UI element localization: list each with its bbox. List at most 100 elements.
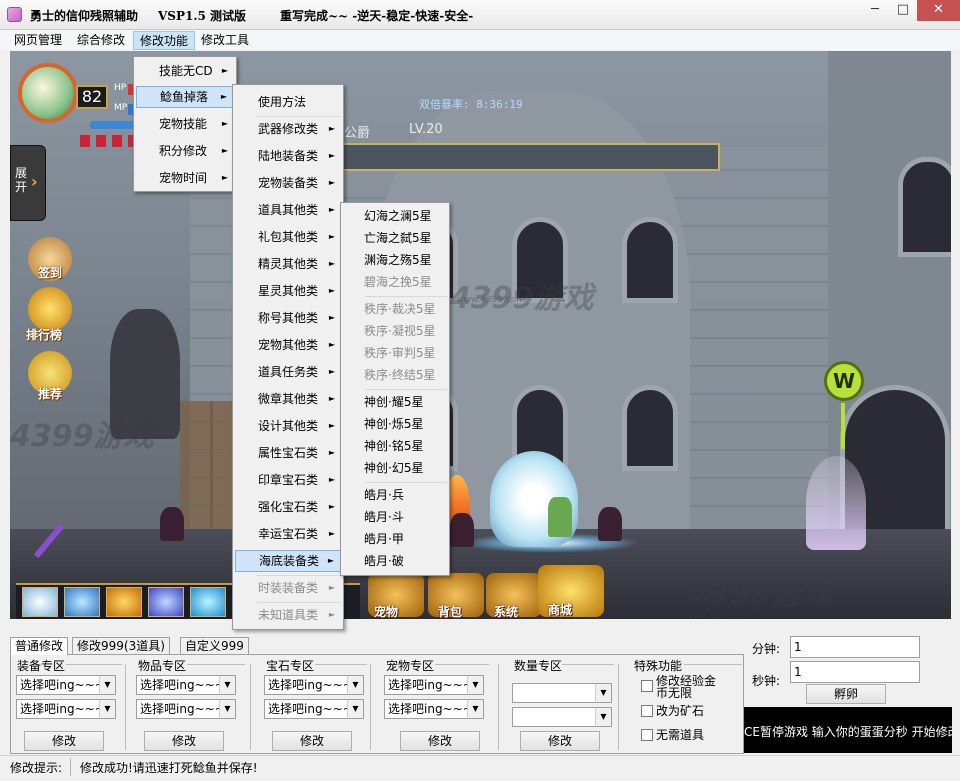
skill-slot[interactable] <box>106 587 142 617</box>
hatch-button[interactable]: 孵卵 <box>806 684 886 704</box>
menu-item-pet-other[interactable]: 宠物其他类 ► <box>235 334 341 356</box>
minutes-input[interactable]: 1 <box>790 636 920 658</box>
menu-modify-functions[interactable]: 修改功能 <box>133 31 196 50</box>
menu-item-pet-skill[interactable]: 宠物技能 ► <box>136 113 234 135</box>
menu-item-equip[interactable]: 神创·幻5星 <box>343 457 447 479</box>
skill-slot[interactable] <box>22 587 58 617</box>
menu-item-points-modify[interactable]: 积分修改 ► <box>136 140 234 162</box>
infinite-exp-gold-checkbox[interactable] <box>641 680 653 692</box>
menu-item-weapon[interactable]: 武器修改类 ► <box>235 118 341 140</box>
menu-general-modify[interactable]: 综合修改 <box>71 31 131 50</box>
maximize-button[interactable]: □ <box>889 0 917 21</box>
menu-item-label: 神创·铭5星 <box>364 439 424 453</box>
no-item-needed-label[interactable]: 无需道具 <box>656 729 704 741</box>
menu-item-equip[interactable]: 渊海之殇5星 <box>343 249 447 271</box>
menu-item-fashion-equip[interactable]: 时装装备类 ► <box>235 577 341 599</box>
menu-item-pet-equip[interactable]: 宠物装备类 ► <box>235 172 341 194</box>
menu-item-unknown-item[interactable]: 未知道具类 ► <box>235 604 341 626</box>
menu-item-attr-gem[interactable]: 属性宝石类 ► <box>235 442 341 464</box>
skill-slot[interactable] <box>148 587 184 617</box>
portal-light[interactable] <box>806 456 866 550</box>
skill-slot[interactable] <box>190 587 226 617</box>
menu-item-seabed-equip[interactable]: 海底装备类 ► <box>235 550 341 572</box>
enemy-mob[interactable] <box>450 513 474 547</box>
recommend-label[interactable]: 推荐 <box>38 385 62 402</box>
menu-item-equip[interactable]: 亡海之弑5星 <box>343 227 447 249</box>
waypoint-marker[interactable]: W <box>824 361 864 401</box>
menu-item-item-task[interactable]: 道具任务类 ► <box>235 361 341 383</box>
menu-item-star-other[interactable]: 星灵其他类 ► <box>235 280 341 302</box>
gems-select-2[interactable]: 选择吧ing~~~ ▼ <box>264 699 364 719</box>
menu-item-gift-other[interactable]: 礼包其他类 ► <box>235 226 341 248</box>
menu-item-label: 未知道具类 <box>258 608 319 622</box>
infinite-exp-gold-label-2[interactable]: 币无限 <box>656 687 692 699</box>
enemy-mob[interactable] <box>160 507 184 541</box>
tab-normal-modify[interactable]: 普通修改 <box>10 637 69 655</box>
items-modify-button[interactable]: 修改 <box>144 731 224 751</box>
menu-web-manage[interactable]: 网页管理 <box>8 31 68 50</box>
menu-item-equip[interactable]: 幻海之澜5星 <box>343 205 447 227</box>
backpack-button-label[interactable]: 背包 <box>438 603 462 619</box>
pet-button-label[interactable]: 宠物 <box>374 603 398 619</box>
ranking-crown-icon[interactable] <box>28 287 72 331</box>
menu-item-equip[interactable]: 秩序·审判5星 <box>343 342 447 364</box>
items-select-1[interactable]: 选择吧ing~~~ ▼ <box>136 675 236 695</box>
menu-item-equip[interactable]: 神创·烁5星 <box>343 413 447 435</box>
pets-select-1[interactable]: 选择吧ing~~~ ▼ <box>384 675 484 695</box>
menu-item-catfish-drop[interactable]: 鲶鱼掉落 ► <box>136 86 234 108</box>
menu-item-equip[interactable]: 皓月·兵 <box>343 484 447 506</box>
equipment-modify-button[interactable]: 修改 <box>24 731 104 751</box>
menu-item-equip[interactable]: 皓月·破 <box>343 550 447 572</box>
equipment-select-1[interactable]: 选择吧ing~~~ ▼ <box>16 675 116 695</box>
menu-item-equip[interactable]: 神创·铭5星 <box>343 435 447 457</box>
items-select-2[interactable]: 选择吧ing~~~ ▼ <box>136 699 236 719</box>
change-to-ore-label[interactable]: 改为矿石 <box>656 705 704 717</box>
menu-item-spirit-other[interactable]: 精灵其他类 ► <box>235 253 341 275</box>
menu-item-label: 星灵其他类 <box>258 284 319 298</box>
menu-item-equip[interactable]: 皓月·甲 <box>343 528 447 550</box>
menu-item-equip[interactable]: 皓月·斗 <box>343 506 447 528</box>
no-item-needed-checkbox[interactable] <box>641 729 653 741</box>
menu-item-luck-gem[interactable]: 幸运宝石类 ► <box>235 523 341 545</box>
equipment-select-2[interactable]: 选择吧ing~~~ ▼ <box>16 699 116 719</box>
change-to-ore-checkbox[interactable] <box>641 705 653 717</box>
quantity-modify-button[interactable]: 修改 <box>520 731 600 751</box>
player-avatar[interactable] <box>18 63 78 123</box>
minimize-button[interactable]: ─ <box>861 0 889 21</box>
menu-item-badge-other[interactable]: 微章其他类 ► <box>235 388 341 410</box>
menu-item-equip[interactable]: 秩序·裁决5星 <box>343 298 447 320</box>
name-bar <box>330 143 720 171</box>
tab-modify-999[interactable]: 修改999(3道具) <box>72 637 170 655</box>
gems-modify-button[interactable]: 修改 <box>272 731 352 751</box>
menu-item-seal-gem[interactable]: 印章宝石类 ► <box>235 469 341 491</box>
menu-modify-tools[interactable]: 修改工具 <box>195 31 255 50</box>
menu-item-equip[interactable]: 神创·耀5星 <box>343 391 447 413</box>
tab-custom-999[interactable]: 自定义999 <box>180 637 249 655</box>
pets-modify-button[interactable]: 修改 <box>400 731 480 751</box>
menu-item-skill-no-cd[interactable]: 技能无CD ► <box>136 60 234 82</box>
system-button-label[interactable]: 系统 <box>494 603 518 619</box>
skill-slot[interactable] <box>64 587 100 617</box>
expand-button[interactable]: 展开 › <box>10 145 46 221</box>
menu-item-pet-time[interactable]: 宠物时间 ► <box>136 167 234 189</box>
menu-item-equip[interactable]: 秩序·终结5星 <box>343 364 447 386</box>
shop-button-label[interactable]: 商城 <box>548 601 572 618</box>
menu-item-equip[interactable]: 碧海之挽5星 <box>343 271 447 293</box>
seconds-input[interactable]: 1 <box>790 661 920 683</box>
menu-item-enhance-gem[interactable]: 强化宝石类 ► <box>235 496 341 518</box>
gems-select-1[interactable]: 选择吧ing~~~ ▼ <box>264 675 364 695</box>
menu-item-land-equip[interactable]: 陆地装备类 ► <box>235 145 341 167</box>
menu-item-design-other[interactable]: 设计其他类 ► <box>235 415 341 437</box>
menu-item-item-other[interactable]: 道具其他类 ► <box>235 199 341 221</box>
pets-select-2[interactable]: 选择吧ing~~~ ▼ <box>384 699 484 719</box>
menu-item-equip[interactable]: 秩序·凝视5星 <box>343 320 447 342</box>
enemy-mob[interactable] <box>598 507 622 541</box>
sign-in-label[interactable]: 签到 <box>38 264 62 281</box>
menu-item-usage[interactable]: 使用方法 <box>235 91 341 113</box>
menu-item-title-other[interactable]: 称号其他类 ► <box>235 307 341 329</box>
title-bar[interactable]: 勇士的信仰残照辅助 VSP1.5 测试版 重写完成~~ -逆天-稳定-快速-安全… <box>0 0 960 30</box>
close-button[interactable]: ✕ <box>917 0 960 21</box>
quantity-select-1[interactable]: ▼ <box>512 683 612 703</box>
ranking-label[interactable]: 排行榜 <box>26 326 62 343</box>
quantity-select-2[interactable]: ▼ <box>512 707 612 727</box>
